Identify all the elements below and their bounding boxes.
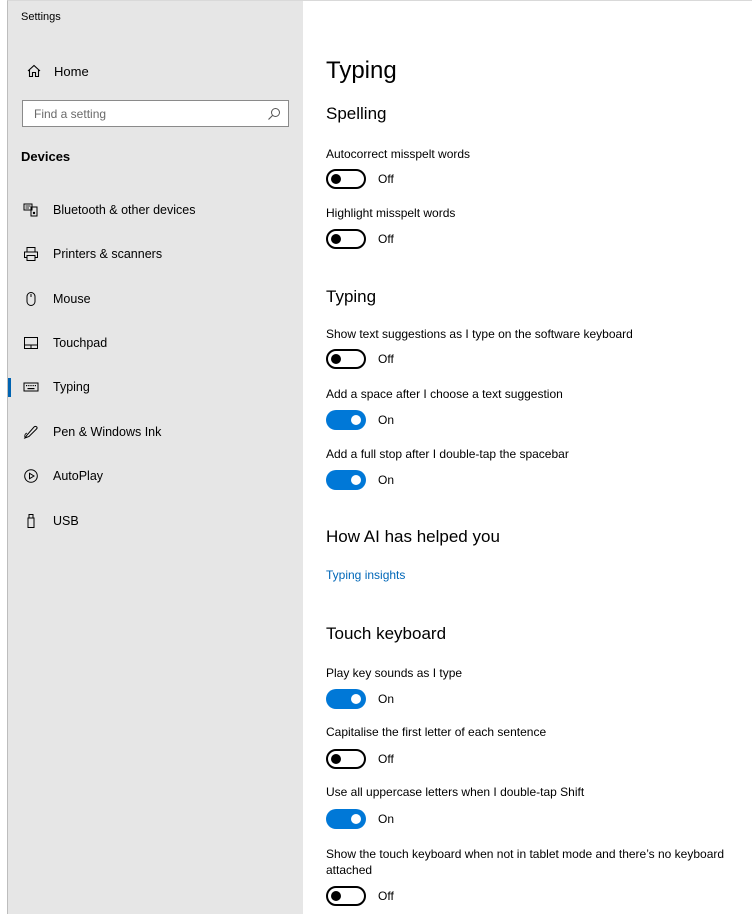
toggle-knob <box>351 694 361 704</box>
sidebar-item-label: AutoPlay <box>53 469 104 483</box>
toggle-knob <box>351 415 361 425</box>
sidebar-item-label: Touchpad <box>53 336 108 350</box>
highlight-toggle[interactable] <box>326 229 366 249</box>
suggestions-state: Off <box>378 352 394 366</box>
toggle-knob <box>331 234 341 244</box>
sidebar-item-typing[interactable]: Typing <box>8 367 303 407</box>
toggle-knob <box>331 891 341 901</box>
toggle-knob <box>331 754 341 764</box>
highlight-state: Off <box>378 232 394 246</box>
autoplay-icon <box>23 468 39 484</box>
typing-insights-link[interactable]: Typing insights <box>326 568 405 582</box>
typing-heading: Typing <box>326 287 377 306</box>
nav-home-label: Home <box>54 64 89 79</box>
content-pane: Typing Spelling Autocorrect misspelt wor… <box>326 1 746 914</box>
space-state: On <box>378 413 395 427</box>
autocorrect-toggle[interactable] <box>326 169 366 189</box>
sidebar-item-autoplay[interactable]: AutoPlay <box>8 456 303 496</box>
sidebar-item-printers[interactable]: Printers & scanners <box>8 234 303 274</box>
autocorrect-state: Off <box>378 172 394 186</box>
touch-keyboard-heading: Touch keyboard <box>326 624 447 643</box>
space-label: Add a space after I choose a text sugges… <box>326 387 563 401</box>
ai-heading: How AI has helped you <box>326 527 500 546</box>
toggle-knob <box>351 475 361 485</box>
sidebar-item-usb[interactable]: USB <box>8 501 303 541</box>
spelling-heading: Spelling <box>326 104 387 123</box>
sidebar-item-label: Printers & scanners <box>53 247 163 261</box>
usb-icon <box>23 513 39 529</box>
sidebar-item-label: Bluetooth & other devices <box>53 203 196 217</box>
nav-home[interactable]: Home <box>8 56 303 86</box>
touchpad-icon <box>23 335 39 351</box>
capitalise-label: Capitalise the first letter of each sent… <box>326 725 547 739</box>
sidebar: Settings Home Devices Bluetooth & other … <box>8 1 303 914</box>
show-keyboard-toggle[interactable] <box>326 886 366 906</box>
app-title: Settings <box>21 11 61 23</box>
highlight-label: Highlight misspelt words <box>326 206 456 220</box>
suggestions-label: Show text suggestions as I type on the s… <box>326 327 633 341</box>
toggle-knob <box>351 814 361 824</box>
capitalise-toggle[interactable] <box>326 749 366 769</box>
space-toggle[interactable] <box>326 410 366 430</box>
sidebar-item-label: Mouse <box>53 292 91 306</box>
toggle-knob <box>331 174 341 184</box>
page-title: Typing <box>326 57 397 84</box>
sounds-label: Play key sounds as I type <box>326 666 463 680</box>
toggle-knob <box>331 354 341 364</box>
fullstop-toggle[interactable] <box>326 470 366 490</box>
autocorrect-label: Autocorrect misspelt words <box>326 147 471 161</box>
suggestions-toggle[interactable] <box>326 349 366 369</box>
pen-icon <box>23 424 39 440</box>
fullstop-label: Add a full stop after I double-tap the s… <box>326 447 569 461</box>
uppercase-label: Use all uppercase letters when I double-… <box>326 785 585 799</box>
keyboard-icon <box>23 379 39 395</box>
uppercase-toggle[interactable] <box>326 809 366 829</box>
search-input[interactable] <box>23 101 253 126</box>
section-devices: Devices <box>21 149 71 164</box>
printer-icon <box>23 246 39 262</box>
sounds-state: On <box>378 692 395 706</box>
settings-window: Settings Home Devices Bluetooth & other … <box>7 0 752 914</box>
sidebar-item-pen[interactable]: Pen & Windows Ink <box>8 412 303 452</box>
bluetooth-devices-icon <box>23 202 39 218</box>
sidebar-item-label: Typing <box>53 380 90 394</box>
sidebar-item-touchpad[interactable]: Touchpad <box>8 323 303 363</box>
search-box <box>22 100 289 127</box>
fullstop-state: On <box>378 473 395 487</box>
show-keyboard-label: Show the touch keyboard when not in tabl… <box>326 847 725 877</box>
search-icon[interactable] <box>267 107 281 121</box>
sidebar-item-mouse[interactable]: Mouse <box>8 279 303 319</box>
capitalise-state: Off <box>378 752 394 766</box>
uppercase-state: On <box>378 812 395 826</box>
sidebar-item-bluetooth[interactable]: Bluetooth & other devices <box>8 190 303 230</box>
sounds-toggle[interactable] <box>326 689 366 709</box>
home-icon <box>26 63 42 79</box>
sidebar-item-label: Pen & Windows Ink <box>53 425 162 439</box>
mouse-icon <box>23 291 39 307</box>
show-keyboard-state: Off <box>378 889 394 903</box>
sidebar-item-label: USB <box>53 514 79 528</box>
